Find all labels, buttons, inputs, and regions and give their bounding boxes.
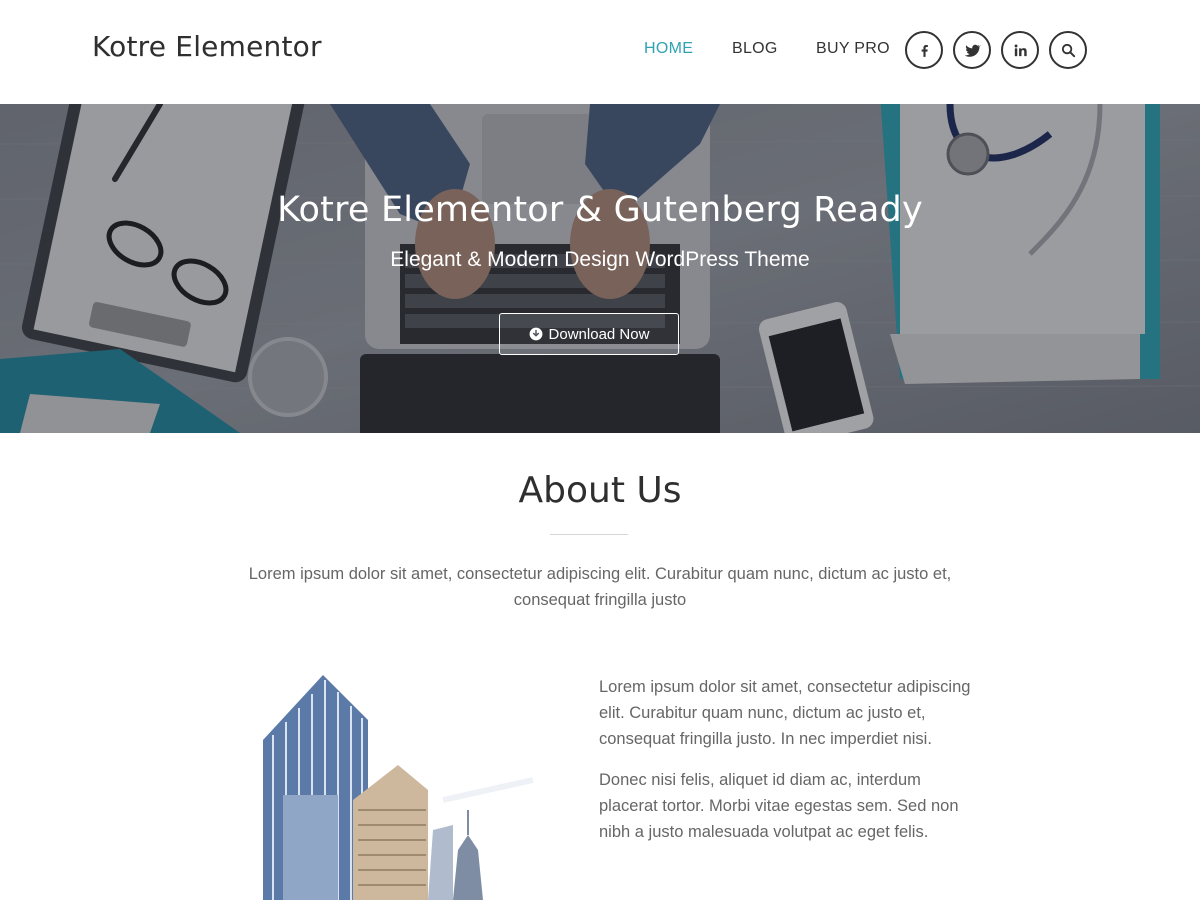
download-circle-icon — [529, 327, 542, 341]
site-title[interactable]: Kotre Elementor — [92, 30, 322, 63]
site-header: Kotre Elementor HOME BLOG BUY PRO — [0, 0, 1200, 104]
about-paragraph: Donec nisi felis, aliquet id diam ac, in… — [599, 771, 959, 841]
social-links — [905, 31, 1087, 69]
download-now-label: Download Now — [548, 325, 650, 343]
nav-item-home[interactable]: HOME — [644, 40, 693, 58]
hero-banner: Kotre Elementor & Gutenberg Ready Elegan… — [0, 104, 1200, 433]
about-body: Lorem ipsum dolor sit amet, consectetur … — [599, 674, 971, 860]
facebook-icon — [921, 44, 928, 57]
linkedin-link[interactable] — [1001, 31, 1039, 69]
twitter-icon — [964, 44, 981, 57]
facebook-link[interactable] — [905, 31, 943, 69]
search-icon — [1061, 43, 1075, 57]
hero-title: Kotre Elementor & Gutenberg Ready — [277, 190, 923, 230]
about-title: About Us — [518, 470, 682, 511]
about-paragraph: Lorem ipsum dolor sit amet, consectetur … — [599, 678, 971, 748]
nav-item-buy-pro[interactable]: BUY PRO — [816, 40, 890, 58]
nav-item-blog[interactable]: BLOG — [732, 40, 778, 58]
hero-subtitle: Elegant & Modern Design WordPress Theme — [390, 248, 810, 271]
linkedin-icon — [1014, 44, 1027, 56]
about-intro: Lorem ipsum dolor sit amet, consectetur … — [248, 565, 952, 609]
twitter-link[interactable] — [953, 31, 991, 69]
title-divider — [550, 534, 628, 535]
search-button[interactable] — [1049, 31, 1087, 69]
download-now-button[interactable]: Download Now — [499, 313, 679, 355]
building-image — [258, 660, 548, 900]
